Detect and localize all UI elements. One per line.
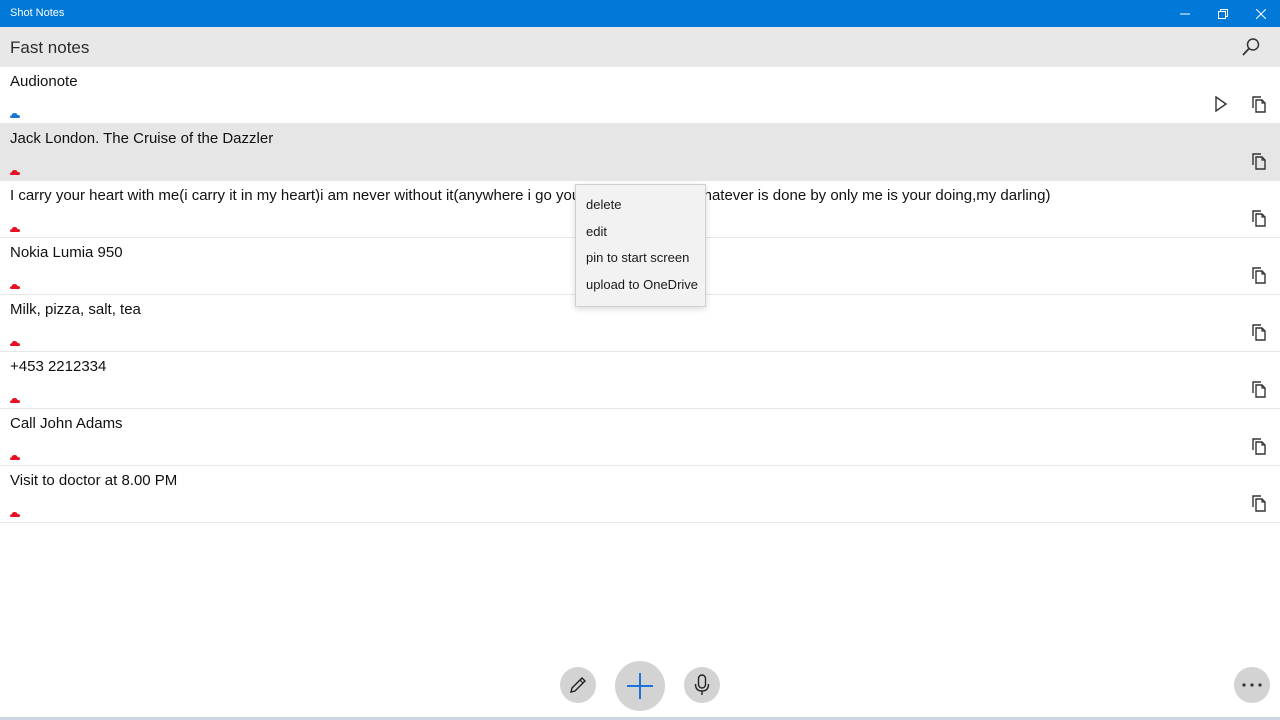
copy-button[interactable] xyxy=(1248,150,1270,172)
more-icon xyxy=(1242,683,1262,687)
plus-icon xyxy=(627,673,653,699)
page-title: Fast notes xyxy=(10,38,90,57)
close-button[interactable] xyxy=(1242,0,1280,27)
play-button[interactable] xyxy=(1210,93,1232,115)
cloud-icon xyxy=(10,227,20,232)
restore-icon xyxy=(1218,8,1228,19)
bottom-command-bar xyxy=(0,658,1280,720)
copy-button[interactable] xyxy=(1248,378,1270,400)
cloud-icon xyxy=(10,341,20,346)
search-icon xyxy=(1242,38,1260,56)
menu-item-delete[interactable]: delete xyxy=(576,194,705,221)
restore-button[interactable] xyxy=(1204,0,1242,27)
app-title: Shot Notes xyxy=(10,7,65,19)
play-icon xyxy=(1215,96,1228,112)
note-row[interactable]: Call John Adams xyxy=(0,409,1280,466)
note-row[interactable]: +453 2212334 xyxy=(0,352,1280,409)
add-note-button[interactable] xyxy=(615,661,665,711)
note-text: Jack London. The Cruise of the Dazzler xyxy=(10,130,274,147)
copy-icon xyxy=(1252,324,1266,341)
note-text: I carry your heart with me(i carry it in… xyxy=(10,187,1051,204)
note-text: Visit to doctor at 8.00 PM xyxy=(10,472,178,489)
note-row[interactable]: Audionote xyxy=(0,67,1280,124)
cloud-icon xyxy=(10,170,20,175)
cloud-icon xyxy=(10,512,20,517)
page-header: Fast notes xyxy=(0,27,1280,67)
note-row[interactable]: Visit to doctor at 8.00 PM xyxy=(0,466,1280,523)
microphone-icon xyxy=(694,674,710,695)
copy-button[interactable] xyxy=(1248,435,1270,457)
copy-icon xyxy=(1252,210,1266,227)
copy-button[interactable] xyxy=(1248,264,1270,286)
close-icon xyxy=(1256,8,1266,19)
pencil-icon xyxy=(570,677,586,693)
note-row-selected[interactable]: Jack London. The Cruise of the Dazzler xyxy=(0,124,1280,181)
copy-icon xyxy=(1252,96,1266,113)
copy-button[interactable] xyxy=(1248,321,1270,343)
cloud-icon xyxy=(10,113,20,118)
copy-icon xyxy=(1252,438,1266,455)
copy-icon xyxy=(1252,267,1266,284)
title-bar: Shot Notes xyxy=(0,0,1280,27)
menu-item-upload-onedrive[interactable]: upload to OneDrive xyxy=(576,274,705,301)
note-text: Audionote xyxy=(10,73,78,90)
more-options-button[interactable] xyxy=(1234,667,1270,703)
copy-button[interactable] xyxy=(1248,492,1270,514)
copy-icon xyxy=(1252,495,1266,512)
copy-icon xyxy=(1252,381,1266,398)
cloud-icon xyxy=(10,284,20,289)
note-text: Milk, pizza, salt, tea xyxy=(10,301,141,318)
copy-button[interactable] xyxy=(1248,93,1270,115)
context-menu: delete edit pin to start screen upload t… xyxy=(575,184,706,307)
cloud-icon xyxy=(10,455,20,460)
menu-item-edit[interactable]: edit xyxy=(576,221,705,248)
cloud-icon xyxy=(10,398,20,403)
note-text: Call John Adams xyxy=(10,415,123,432)
copy-button[interactable] xyxy=(1248,207,1270,229)
minimize-button[interactable] xyxy=(1166,0,1204,27)
copy-icon xyxy=(1252,153,1266,170)
note-text: +453 2212334 xyxy=(10,358,107,375)
search-button[interactable] xyxy=(1236,33,1266,61)
minimize-icon xyxy=(1180,13,1190,14)
note-text: Nokia Lumia 950 xyxy=(10,244,123,261)
record-audio-button[interactable] xyxy=(684,667,720,703)
menu-item-pin-to-start[interactable]: pin to start screen xyxy=(576,247,705,274)
edit-note-button[interactable] xyxy=(560,667,596,703)
